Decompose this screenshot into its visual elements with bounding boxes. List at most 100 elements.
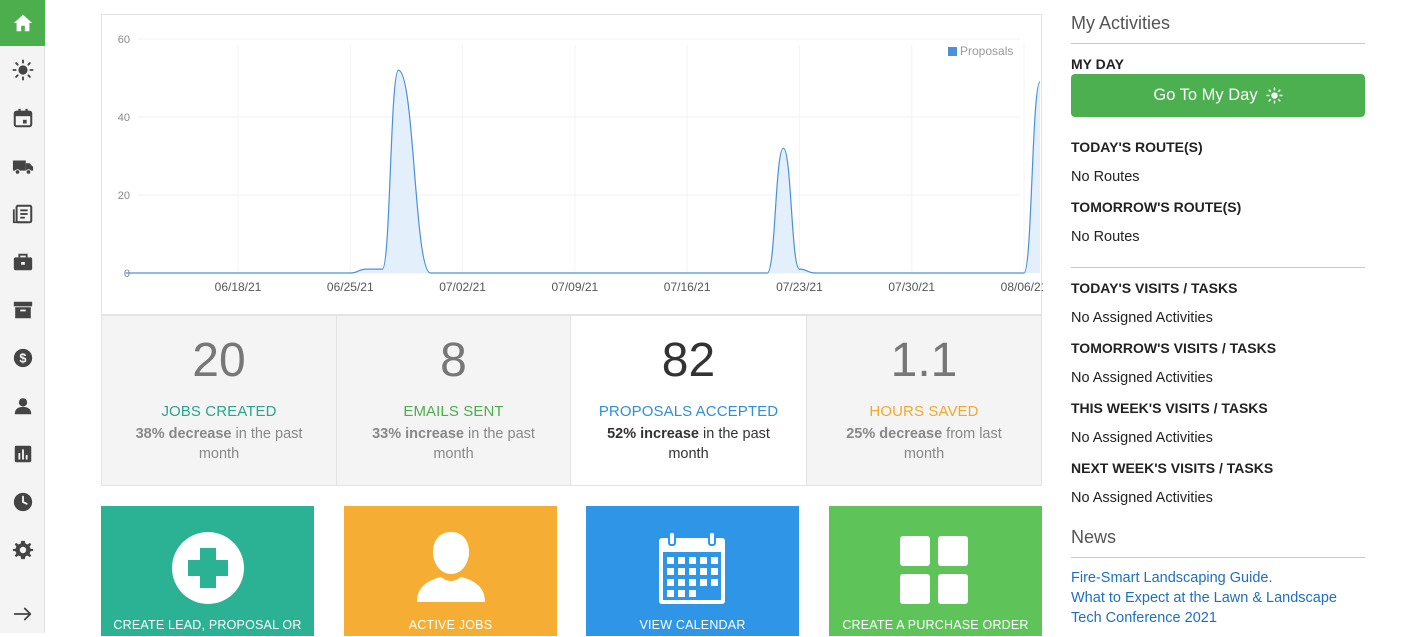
svg-text:$: $ bbox=[19, 351, 26, 366]
sidebar-item-customers[interactable] bbox=[0, 383, 45, 429]
tile-label: ACTIVE JOBS bbox=[408, 618, 493, 632]
stat-description: 33% increase in the past month bbox=[337, 424, 570, 464]
clock-icon bbox=[13, 492, 32, 512]
stat-label: EMAILS SENT bbox=[403, 403, 504, 420]
stat-description: 25% decrease from last month bbox=[807, 424, 1041, 464]
stat-change: 52% increase bbox=[607, 426, 699, 442]
series-line bbox=[125, 69, 1041, 274]
section-heading: TODAY'S ROUTE(S) bbox=[1071, 139, 1203, 155]
x-tick-label: 07/23/21 bbox=[776, 280, 823, 294]
sidebar-collapse-toggle[interactable] bbox=[0, 591, 45, 637]
proposals-chart-canvas: 0 20 40 60 06/18/21 06/25/21 07/02/21 07/09/21 0… bbox=[118, 34, 1043, 294]
tile-label: VIEW CALENDAR bbox=[639, 618, 746, 632]
stat-emails-sent: 8 EMAILS SENT 33% increase in the past m… bbox=[337, 316, 571, 485]
tile-label: CREATE A PURCHASE ORDER bbox=[842, 618, 1029, 632]
list-icon bbox=[12, 204, 32, 224]
section-value: No Routes bbox=[1071, 229, 1140, 245]
active-jobs-tile[interactable]: ACTIVE JOBS bbox=[344, 506, 557, 636]
sidebar-item-settings[interactable] bbox=[0, 527, 45, 573]
proposals-chart: 0 20 40 60 06/18/21 06/25/21 07/02/21 07/09/21 0… bbox=[101, 14, 1043, 315]
x-tick-label: 06/18/21 bbox=[215, 280, 262, 294]
x-tick-label: 08/06/21 bbox=[1001, 280, 1043, 294]
section-heading: THIS WEEK'S VISITS / TASKS bbox=[1071, 400, 1268, 416]
stat-number: 8 bbox=[440, 334, 467, 387]
x-tick-label: 07/30/21 bbox=[888, 280, 935, 294]
truck-icon bbox=[12, 160, 33, 175]
stat-proposals-accepted: 82 PROPOSALS ACCEPTED 52% increase in th… bbox=[571, 316, 807, 485]
calendar-icon bbox=[659, 531, 725, 604]
home-icon bbox=[13, 14, 32, 32]
x-tick-label: 07/02/21 bbox=[439, 280, 486, 294]
sidebar: $ bbox=[0, 0, 45, 633]
series-area bbox=[125, 70, 1041, 273]
stats-panel: 20 JOBS CREATED 38% decrease in the past… bbox=[101, 315, 1042, 486]
legend-swatch bbox=[948, 47, 957, 56]
user-icon bbox=[14, 398, 31, 415]
stat-description: 38% decrease in the past month bbox=[102, 424, 336, 464]
stat-change: 33% increase bbox=[372, 426, 464, 442]
news-link[interactable]: What to Expect at the Lawn & Landscape T… bbox=[1071, 588, 1371, 628]
arrow-right-icon bbox=[13, 607, 31, 621]
stat-label: JOBS CREATED bbox=[161, 403, 277, 420]
activities-title: My Activities bbox=[1071, 13, 1171, 33]
dollar-icon: $ bbox=[13, 348, 32, 368]
user-silhouette-icon bbox=[417, 532, 485, 602]
section-heading: TODAY'S VISITS / TASKS bbox=[1071, 280, 1238, 296]
sidebar-item-proposals[interactable] bbox=[0, 191, 45, 237]
section-heading: TOMORROW'S VISITS / TASKS bbox=[1071, 340, 1277, 356]
stat-number: 1.1 bbox=[890, 334, 958, 387]
section-value: No Assigned Activities bbox=[1071, 370, 1213, 386]
stat-change: 38% decrease bbox=[135, 426, 232, 442]
sidebar-item-calendar[interactable] bbox=[0, 95, 45, 141]
create-purchase-order-tile[interactable]: CREATE A PURCHASE ORDER bbox=[829, 506, 1042, 636]
news-title: News bbox=[1071, 527, 1117, 547]
calendar-icon bbox=[13, 108, 32, 128]
stat-label: HOURS SAVED bbox=[869, 403, 979, 420]
sidebar-item-billing[interactable]: $ bbox=[0, 335, 45, 381]
divider bbox=[1071, 43, 1365, 44]
sidebar-item-time[interactable] bbox=[0, 479, 45, 525]
section-value: No Assigned Activities bbox=[1071, 490, 1213, 506]
sun-icon bbox=[1265, 87, 1283, 104]
stat-description: 52% increase in the past month bbox=[571, 424, 806, 464]
legend-label: Proposals bbox=[960, 44, 1013, 58]
sidebar-item-home[interactable] bbox=[0, 0, 45, 46]
grid-icon bbox=[900, 536, 968, 604]
gear-icon bbox=[12, 540, 33, 560]
y-tick-label: 20 bbox=[118, 190, 130, 202]
sidebar-item-jobs[interactable] bbox=[0, 239, 45, 285]
x-tick-label: 06/25/21 bbox=[327, 280, 374, 294]
view-calendar-tile[interactable]: VIEW CALENDAR bbox=[586, 506, 799, 636]
stat-label: PROPOSALS ACCEPTED bbox=[598, 403, 779, 420]
sidebar-item-reports[interactable] bbox=[0, 431, 45, 477]
stat-jobs-created: 20 JOBS CREATED 38% decrease in the past… bbox=[102, 316, 337, 485]
stat-number: 20 bbox=[192, 334, 246, 387]
go-to-my-day-label: Go To My Day bbox=[1153, 86, 1258, 104]
tile-label: CREATE LEAD, PROPOSAL OR bbox=[113, 618, 302, 632]
y-tick-label: 0 bbox=[124, 268, 130, 280]
archive-icon bbox=[13, 301, 32, 319]
section-heading: TOMORROW'S ROUTE(S) bbox=[1071, 199, 1242, 215]
plus-circle-icon bbox=[172, 532, 244, 604]
go-to-my-day-button[interactable]: Go To My Day bbox=[1071, 74, 1365, 117]
my-day-heading: MY DAY bbox=[1071, 56, 1124, 72]
section-value: No Assigned Activities bbox=[1071, 430, 1213, 446]
briefcase-icon bbox=[13, 253, 32, 271]
sidebar-item-my-day[interactable] bbox=[0, 47, 45, 93]
x-tick-label: 07/09/21 bbox=[551, 280, 598, 294]
x-tick-label: 07/16/21 bbox=[664, 280, 711, 294]
create-lead-tile[interactable]: CREATE LEAD, PROPOSAL OR bbox=[101, 506, 314, 636]
bar-chart-icon bbox=[14, 445, 31, 463]
divider bbox=[1071, 557, 1365, 558]
y-tick-label: 40 bbox=[118, 112, 130, 124]
sidebar-item-routes[interactable] bbox=[0, 143, 45, 189]
stat-hours-saved: 1.1 HOURS SAVED 25% decrease from last m… bbox=[807, 316, 1041, 485]
section-value: No Assigned Activities bbox=[1071, 310, 1213, 326]
divider bbox=[1071, 267, 1365, 268]
sidebar-item-archive[interactable] bbox=[0, 287, 45, 333]
section-value: No Routes bbox=[1071, 169, 1140, 185]
section-heading: NEXT WEEK'S VISITS / TASKS bbox=[1071, 460, 1274, 476]
news-link[interactable]: Fire-Smart Landscaping Guide. bbox=[1071, 568, 1371, 588]
stat-number: 82 bbox=[661, 334, 716, 387]
sun-icon bbox=[11, 59, 34, 81]
